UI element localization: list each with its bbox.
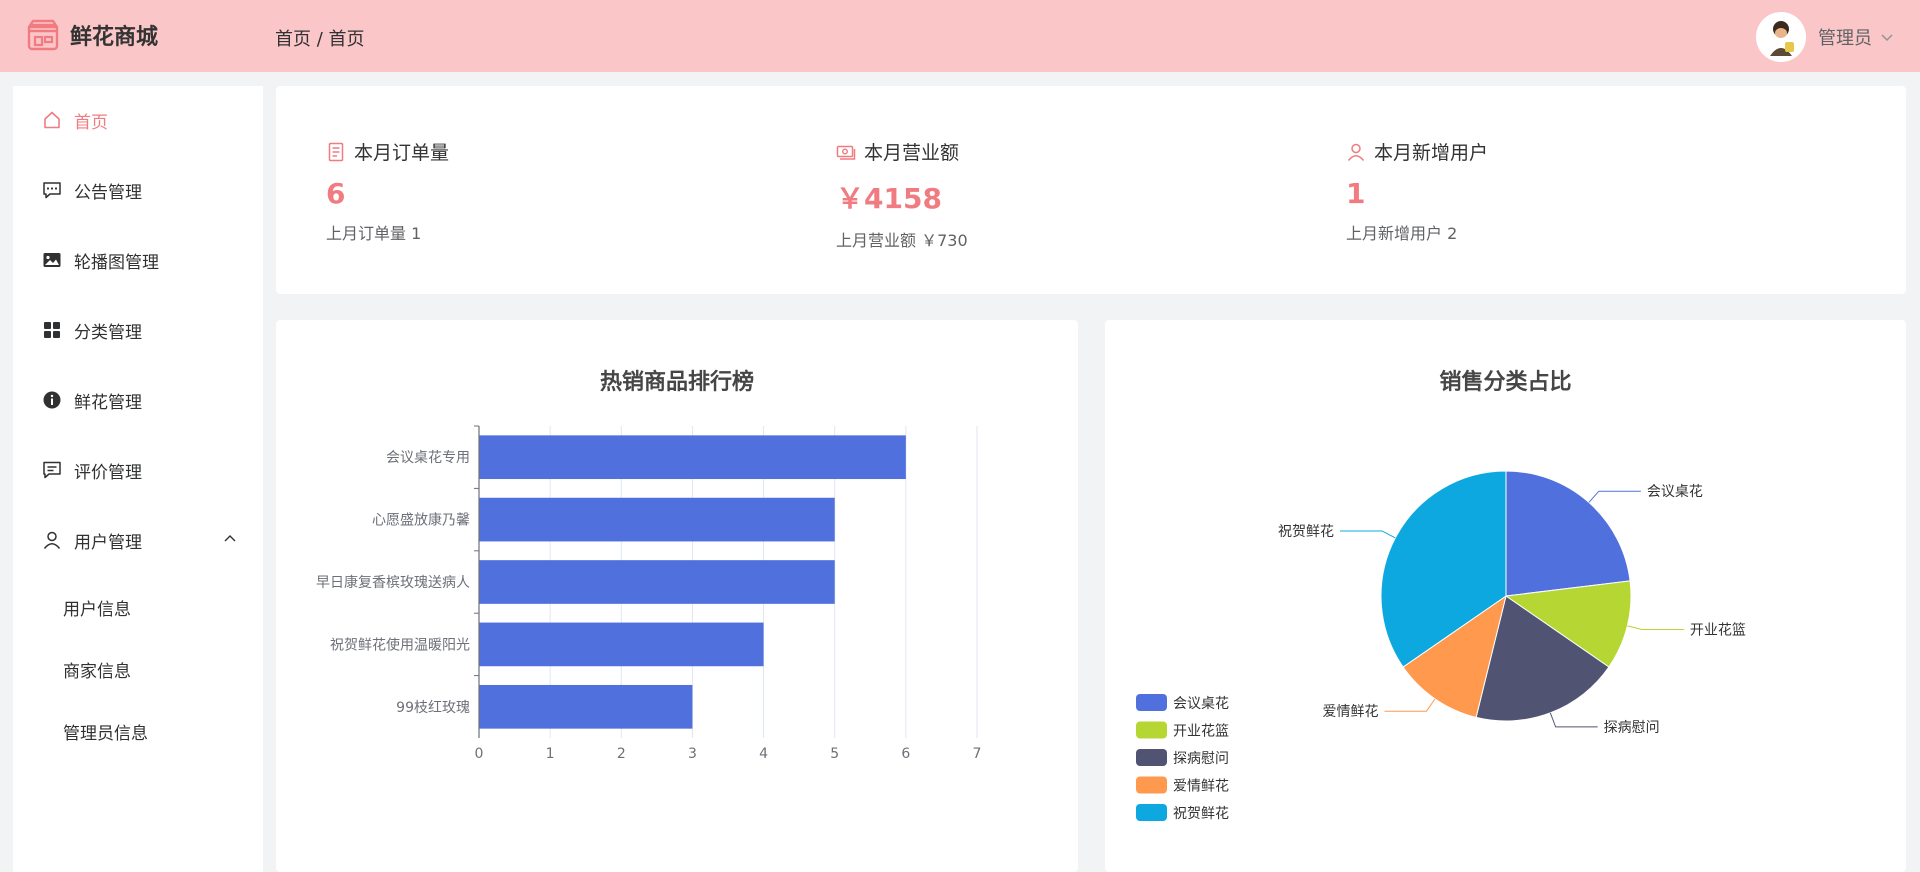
home-icon: [42, 110, 62, 130]
stat-title: 本月新增用户: [1374, 142, 1489, 164]
x-tick-label: 5: [830, 746, 839, 762]
x-tick-label: 1: [546, 746, 555, 762]
monthly-stats-card: 本月订单量 6 上月订单量 1 本月营业额 ￥4158 上月营业额 ￥730 本…: [276, 86, 1906, 294]
shop-icon: [27, 19, 59, 51]
sidebar-item-label: 分类管理: [74, 322, 142, 343]
grid-icon: [42, 320, 62, 340]
legend-item: 会议桌花: [1173, 696, 1229, 712]
x-tick-label: 0: [475, 746, 484, 762]
legend-item: 探病慰问: [1173, 750, 1229, 767]
pie-leader-line: [1384, 698, 1436, 712]
sidebar-item-label: 首页: [74, 112, 108, 133]
sidebar-item-home[interactable]: 首页: [13, 92, 263, 148]
sidebar-item-reviews[interactable]: 评价管理: [13, 442, 263, 498]
comment-icon: [42, 460, 62, 480]
y-category-label: 心愿盛放康乃馨: [372, 512, 470, 529]
y-category-label: 会议桌花专用: [386, 450, 470, 466]
pie-label: 祝贺鲜花: [1278, 524, 1334, 540]
avatar-icon: [1756, 12, 1806, 62]
pie-leader-line: [1588, 490, 1641, 503]
picture-icon: [42, 250, 62, 270]
stat-value: ￥4158: [836, 182, 942, 215]
legend-item: 祝贺鲜花: [1173, 806, 1229, 822]
document-icon: [328, 142, 344, 161]
sidebar-item-label: 鲜花管理: [74, 392, 142, 413]
money-icon: [836, 145, 856, 160]
sidebar-item-label: 轮播图管理: [74, 252, 159, 273]
legend-item: 开业花篮: [1173, 724, 1229, 740]
pie-leader-line: [1549, 712, 1598, 728]
stat-value: 1: [1346, 177, 1366, 210]
breadcrumb[interactable]: 首页 / 首页: [275, 25, 365, 51]
app-logo[interactable]: 鲜花商城: [26, 18, 158, 52]
user-menu[interactable]: 管理员: [1756, 12, 1894, 62]
sidebar-item-categories[interactable]: 分类管理: [13, 302, 263, 358]
legend-swatch: [1136, 804, 1167, 821]
sidebar-item-carousel[interactable]: 轮播图管理: [13, 232, 263, 288]
x-tick-label: 4: [759, 746, 768, 762]
user-name: 管理员: [1818, 28, 1872, 49]
user-icon: [1347, 143, 1365, 161]
chevron-up-icon: [224, 535, 236, 542]
app-title: 鲜花商城: [70, 25, 159, 50]
sidebar-item-label: 公告管理: [74, 182, 142, 203]
bar-chart: 0 1 2 3 4 5 6 7 会议桌花专用心愿盛放康乃馨早日康复香槟玫瑰送病人祝贺鲜花使用温暖…: [316, 425, 982, 762]
x-tick-label: 3: [688, 746, 697, 762]
hot-products-chart-card: 热销商品排行榜 0 1 2 3 4 5 6 7 会议桌花专用 心愿盛放康乃馨 早日康复香槟玫瑰送病人…: [276, 320, 1078, 872]
sidebar-item-label: 评价管理: [74, 462, 142, 483]
pie-leader-line: [1627, 625, 1684, 631]
top-header: 鲜花商城 首页 / 首页 管理员: [0, 0, 1920, 72]
pie-label: 爱情鲜花: [1322, 704, 1378, 720]
pie-label: 会议桌花: [1647, 484, 1703, 500]
bar: [479, 622, 764, 667]
avatar[interactable]: [1756, 12, 1806, 62]
x-tick-label: 6: [901, 746, 910, 762]
stat-orders: 本月订单量 6 上月订单量 1: [326, 138, 449, 244]
legend-item: 爱情鲜花: [1173, 779, 1229, 795]
sidebar-item-announcements[interactable]: 公告管理: [13, 162, 263, 218]
pie-leader-line: [1340, 530, 1396, 539]
pie-label: 探病慰问: [1604, 719, 1660, 736]
bar: [479, 497, 835, 542]
stat-revenue: 本月营业额 ￥4158 上月营业额 ￥730: [836, 138, 968, 251]
pie-slice: [1505, 470, 1631, 597]
stat-new-users: 本月新增用户 1 上月新增用户 2: [1346, 138, 1488, 244]
legend-swatch: [1136, 721, 1167, 739]
legend-swatch: [1136, 749, 1167, 766]
sidebar-subitem-merchant-info[interactable]: 商家信息: [13, 644, 263, 694]
sidebar-subitem-admin-info[interactable]: 管理员信息: [13, 706, 263, 756]
stat-sub: 上月新增用户 2: [1346, 224, 1458, 243]
bar: [479, 560, 835, 604]
sidebar-item-flowers[interactable]: 鲜花管理: [13, 372, 263, 428]
user-icon: [42, 530, 62, 550]
pie-chart: 会议桌花开业花篮探病慰问爱情鲜花祝贺鲜花会议桌花开业花篮探病慰问爱情鲜花祝贺鲜花: [1136, 470, 1746, 822]
bar: [479, 684, 693, 729]
sidebar: 首页 公告管理 轮播图管理 分类管理 鲜花管理 评价管理 用户管理 用户信息 商…: [13, 86, 263, 872]
stat-title: 本月营业额: [864, 142, 960, 164]
legend-swatch: [1136, 694, 1167, 711]
sidebar-item-label: 用户管理: [74, 532, 142, 553]
bar: [479, 435, 906, 480]
pie-label: 开业花篮: [1690, 623, 1746, 639]
stat-sub: 上月营业额 ￥730: [836, 231, 968, 250]
stat-value: 6: [326, 177, 346, 210]
sidebar-item-users[interactable]: 用户管理: [13, 512, 263, 568]
legend-swatch: [1136, 776, 1167, 794]
x-tick-label: 2: [617, 746, 626, 762]
y-category-label: 早日康复香槟玫瑰送病人: [316, 574, 470, 591]
chevron-down-icon[interactable]: [1880, 30, 1894, 44]
sales-category-chart-card: 销售分类占比 会议桌花 开业花篮 探病慰问 爱情鲜花 祝贺鲜花 会议桌花 开业花篮 探病慰问爱…: [1105, 320, 1906, 872]
stat-sub: 上月订单量 1: [326, 224, 422, 243]
y-category-label: 祝贺鲜花使用温暖阳光: [330, 636, 470, 653]
y-category-label: 99枝红玫瑰: [396, 700, 470, 716]
stat-title: 本月订单量: [354, 142, 450, 164]
sidebar-subitem-user-info[interactable]: 用户信息: [13, 582, 263, 632]
info-icon: [42, 390, 62, 410]
chat-dots-icon: [42, 180, 62, 200]
x-tick-label: 7: [973, 746, 982, 762]
